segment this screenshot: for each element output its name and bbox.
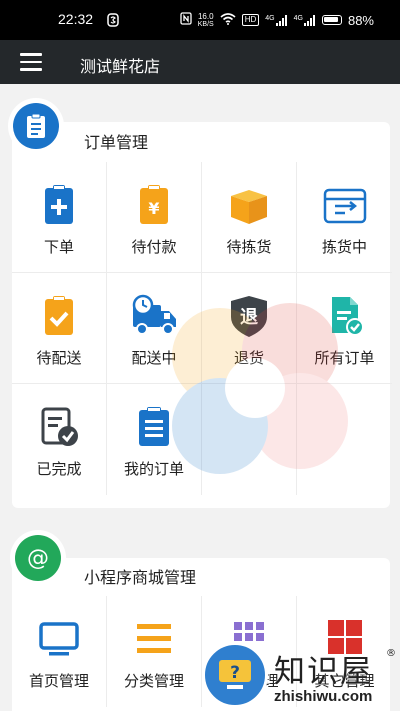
clipboard-plus-icon (45, 185, 73, 224)
top-nav-bar: 测试鲜花店 (0, 40, 400, 84)
watermark-registered: ® (386, 648, 396, 659)
grid-item-label: 首页管理 (28, 672, 89, 690)
svg-text:¥: ¥ (148, 199, 159, 218)
menu-bars-icon (137, 624, 171, 653)
net-speed-value: 16.0 (197, 11, 214, 21)
completed-doc-icon (41, 407, 78, 446)
grid-item-label: 退货 (233, 349, 264, 367)
app-notification-icon (107, 12, 119, 31)
status-time: 22:32 (58, 11, 94, 27)
net-speed-unit: KB/S (197, 20, 214, 28)
order-management-title: 订单管理 (84, 133, 149, 152)
grid-item-pending-picking[interactable]: 待拣货 (202, 162, 297, 273)
grid-item-completed[interactable]: 已完成 (12, 384, 107, 495)
zhishiwu-watermark: ? 知识屋 ® zhishiwu.com (202, 640, 400, 711)
battery-percent: 88% (347, 12, 374, 28)
hamburger-menu-icon[interactable] (20, 53, 42, 71)
grid-item-picking[interactable]: 拣货中 (297, 162, 392, 273)
grid-item-label: 待配送 (36, 349, 82, 367)
at-sign-icon: @ (27, 546, 49, 571)
package-arrow-icon (323, 188, 366, 224)
grid-item-label: 待拣货 (226, 238, 272, 256)
grid-item-label: 我的订单 (123, 460, 184, 478)
help-monitor-icon: ? (202, 642, 268, 708)
grid-item-label: 分类管理 (123, 672, 184, 690)
document-check-icon (331, 297, 364, 336)
grid-item-label: 拣货中 (321, 238, 367, 256)
grid-item-label: 所有订单 (314, 349, 375, 367)
order-management-card: 订单管理 下单 ¥ 待付款 待拣货 拣货中 待配送 配送中 退 退货 所有订单 … (12, 122, 392, 508)
mall-management-badge: @ (10, 530, 66, 586)
net-speed: 16.0 KB/S (197, 11, 214, 28)
svg-text:?: ? (230, 663, 240, 683)
net-type-1: 4G (265, 14, 275, 22)
page-title: 测试鲜花店 (80, 57, 161, 76)
grid-item-home-management[interactable]: 首页管理 (12, 596, 107, 707)
order-management-badge (8, 98, 64, 154)
signal-1: 4G (265, 14, 287, 26)
status-indicators: 16.0 KB/S HD 4G 4G 88% (180, 12, 374, 28)
grid-item-label: 已完成 (36, 460, 82, 478)
signal-bars-icon (275, 14, 287, 26)
grid-item-label: 待付款 (131, 238, 177, 256)
grid-item-label: 配送中 (131, 349, 177, 367)
return-shield-icon: 退 (231, 296, 267, 337)
grid-item-delivering[interactable]: 配送中 (107, 273, 202, 384)
return-glyph: 退 (240, 307, 258, 328)
grid-item-label: 下单 (43, 238, 74, 256)
grid-item-return[interactable]: 退 退货 (202, 273, 297, 384)
grid-item-place-order[interactable]: 下单 (12, 162, 107, 273)
signal-2: 4G (293, 14, 316, 26)
grid-item-all-orders[interactable]: 所有订单 (297, 273, 392, 384)
grid-item-pending-delivery[interactable]: 待配送 (12, 273, 107, 384)
mall-management-title: 小程序商城管理 (84, 568, 197, 587)
hd-badge: HD (241, 14, 260, 26)
clipboard-check-icon (45, 296, 73, 335)
monitor-icon (39, 622, 79, 656)
status-bar: 22:32 16.0 KB/S HD 4G 4G 88% (0, 0, 400, 40)
net-type-2: 4G (293, 14, 303, 22)
grid-item-empty (202, 384, 297, 495)
watermark-cn: 知识屋 (274, 654, 373, 690)
grid-item-category-management[interactable]: 分类管理 (107, 596, 202, 707)
grid-item-pending-payment[interactable]: ¥ 待付款 (107, 162, 202, 273)
delivery-truck-icon (132, 294, 176, 335)
grid-item-my-orders[interactable]: 我的订单 (107, 384, 202, 495)
battery-icon (321, 15, 342, 25)
svg-text:@: @ (27, 546, 49, 571)
clipboard-yen-icon: ¥ (140, 185, 168, 224)
watermark-url: zhishiwu.com (274, 688, 373, 705)
clipboard-list-icon (139, 407, 169, 446)
nfc-icon (180, 12, 192, 28)
clipboard-icon (27, 113, 45, 138)
signal-bars-icon (303, 14, 315, 26)
wifi-icon (220, 12, 236, 28)
box-icon (231, 190, 267, 224)
